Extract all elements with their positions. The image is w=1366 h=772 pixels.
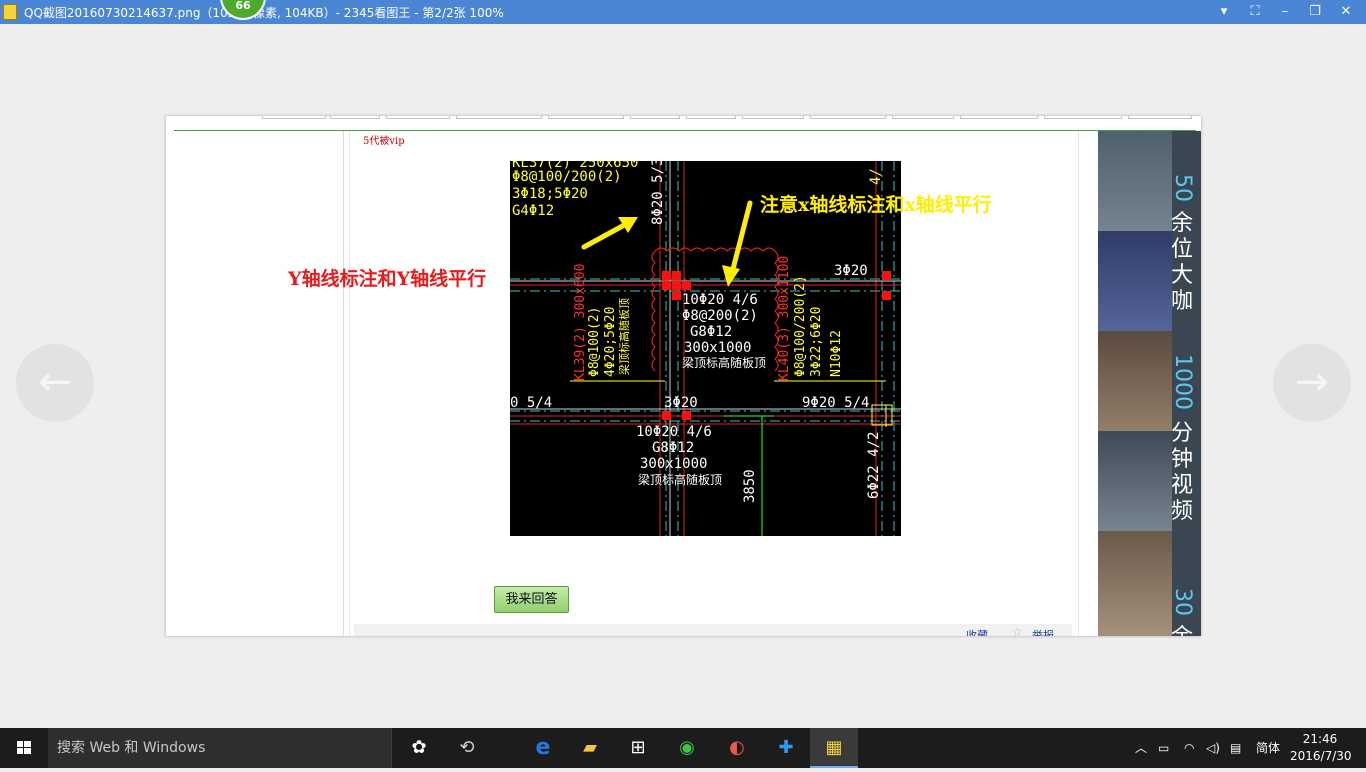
title-bar: QQ截图20160730214637.png（1036×像素, 104KB）- …: [0, 0, 1366, 24]
cad-label-bottom-4: 梁顶标高随板顶: [638, 472, 722, 487]
browser-swirl-icon[interactable]: ⟲: [443, 728, 491, 768]
column-divider: [349, 131, 350, 636]
clock-time: 21:46: [1302, 732, 1338, 746]
system-clock[interactable]: 21:46 2016/7/30: [1290, 731, 1352, 765]
taskbar-search-box[interactable]: 搜索 Web 和 Windows: [48, 728, 392, 768]
action-bar: [354, 624, 1072, 636]
cad-label-kl37-bars: 3Φ18;5Φ20: [512, 186, 588, 202]
cad-label-right-top: 3Φ20: [834, 263, 868, 279]
answer-button[interactable]: 我来回答: [494, 586, 569, 613]
store-icon[interactable]: ⊞: [614, 728, 662, 768]
star-icon: ☆: [1012, 625, 1023, 636]
cad-label-mid-center: 3Φ20: [664, 395, 698, 411]
volume-icon[interactable]: ◁): [1206, 728, 1220, 768]
column-divider-right: [1078, 131, 1079, 636]
tray-chevron-icon[interactable]: ︿: [1135, 728, 1147, 768]
cad-label-kl40-bars: 3Φ22;6Φ20: [809, 307, 824, 377]
cad-label-kl40-stirrup: Φ8@100/200(2): [793, 275, 808, 377]
image-viewer-taskbar-icon[interactable]: ▦: [810, 728, 858, 768]
close-button[interactable]: ✕: [1334, 2, 1358, 22]
ime-indicator[interactable]: 简体: [1256, 728, 1280, 768]
browser-green-icon[interactable]: ◉: [663, 728, 711, 768]
task-view-icon[interactable]: ✿: [395, 728, 443, 768]
cad-label-bottom-2: G8Φ12: [652, 440, 694, 456]
cad-label-right-vertical: 6Φ22 4/2: [866, 432, 882, 499]
cad-label-center-5: 梁顶标高随板顶: [682, 355, 766, 370]
cad-label-kl39: KL39(2) 300x600: [573, 264, 588, 381]
cad-label-kl39-stirrup: Φ8@100(2): [587, 307, 602, 377]
cad-label-kl37-g: G4Φ12: [512, 203, 554, 219]
menu-dropdown-button[interactable]: ▾: [1212, 2, 1236, 22]
action-center-icon[interactable]: ▤: [1230, 728, 1241, 768]
ad-text-2: 1000 分钟视频: [1170, 354, 1195, 524]
ad-text-3: 30 余: [1170, 588, 1195, 636]
cad-label-center-3: G8Φ12: [690, 324, 732, 340]
minimize-button[interactable]: –: [1273, 2, 1297, 22]
windows-icon: [17, 741, 31, 754]
cad-label-mid-left: 0 5/4: [510, 395, 552, 411]
cad-label-center-1: 10Φ20 4/6: [682, 292, 758, 308]
cad-label-kl39-note: 梁顶标高随板顶: [617, 298, 631, 375]
annotation-y-axis: Y轴线标注和Y轴线平行: [288, 268, 487, 290]
cad-label-kl40-n: N10Φ12: [829, 330, 844, 377]
wifi-icon[interactable]: ◠: [1184, 728, 1194, 768]
fullscreen-button[interactable]: ⛶: [1243, 2, 1267, 22]
cad-label-vertical-top: 8Φ20 5/3: [650, 161, 666, 225]
battery-icon[interactable]: ▭: [1158, 728, 1169, 768]
cad-label-vertical-top-right: 4/: [868, 168, 884, 185]
cad-drawing: KL37(2) 250x650 Φ8@100/200(2) 3Φ18;5Φ20 …: [510, 161, 901, 536]
left-sidebar: [174, 131, 344, 636]
cad-label-kl39-bars: 4Φ20;5Φ20: [603, 307, 618, 377]
displayed-image: 5代被vip KL37(2) 250x650 Φ8@100/200(2) 3Φ1…: [166, 116, 1201, 636]
restore-button[interactable]: ❐: [1303, 2, 1327, 22]
annotation-x-axis: 注意x轴线标注和x轴线平行: [760, 194, 992, 216]
start-button[interactable]: [0, 728, 48, 768]
cad-dimension-3850: 3850: [742, 469, 758, 503]
taskbar: 搜索 Web 和 Windows ✿ ⟲ e ▰ ⊞ ◉ ◐ ✚ ▦ ︿ ▭ ◠…: [0, 728, 1366, 768]
cad-label-center-4: 300x1000: [684, 340, 751, 356]
vip-label: 5代被vip: [363, 136, 405, 147]
cad-label-bottom-1: 10Φ20 4/6: [636, 424, 712, 440]
cad-label-kl40: KL40(3) 300x1100: [777, 256, 792, 381]
file-explorer-icon[interactable]: ▰: [566, 728, 614, 768]
favorite-link[interactable]: 收藏: [966, 627, 988, 636]
cad-label-bottom-3: 300x1000: [640, 456, 707, 472]
cad-label-kl37-stirrup: Φ8@100/200(2): [512, 169, 622, 185]
browser-orange-icon[interactable]: ◐: [713, 728, 761, 768]
next-image-button[interactable]: →: [1273, 344, 1351, 422]
qq-browser-icon[interactable]: ✚: [762, 728, 810, 768]
app-icon: [3, 4, 17, 20]
previous-image-button[interactable]: ←: [16, 344, 94, 422]
clock-date: 2016/7/30: [1290, 749, 1352, 763]
cad-label-mid-right: 9Φ20 5/4: [802, 395, 869, 411]
ad-banner[interactable]: 50 余位大咖 1000 分钟视频 30 余: [1098, 131, 1201, 636]
site-nav-tabs: [262, 116, 1196, 120]
ad-text-1: 50 余位大咖: [1170, 174, 1195, 314]
report-link[interactable]: 举报: [1032, 627, 1054, 636]
cad-label-center-2: Φ8@200(2): [682, 308, 758, 324]
edge-icon[interactable]: e: [519, 728, 567, 768]
